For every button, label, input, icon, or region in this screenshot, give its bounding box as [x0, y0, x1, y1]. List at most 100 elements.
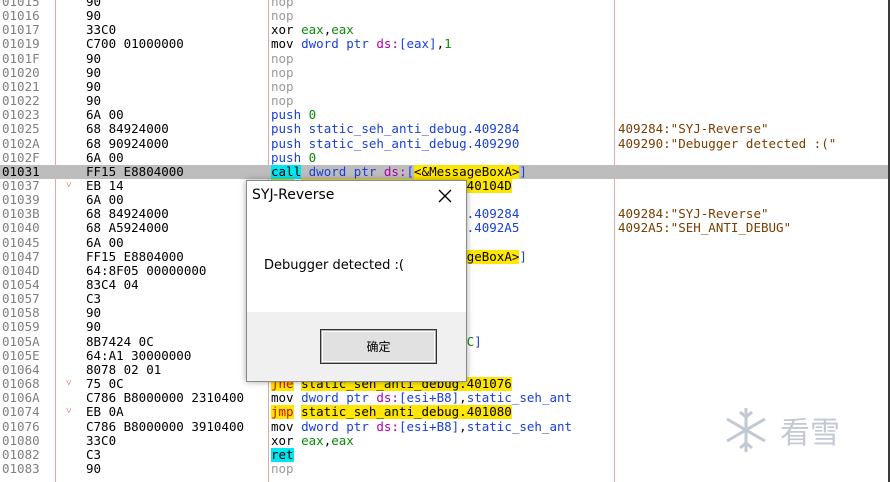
bytes-cell: C786 B8000000 2310400 — [86, 391, 245, 406]
operand: dword ptr — [308, 164, 384, 179]
watermark-text: 看雪 — [780, 416, 840, 451]
operand: dword ptr — [301, 419, 377, 434]
address-cell: 01083 — [2, 460, 40, 476]
ok-button[interactable]: 确定 — [321, 330, 436, 363]
mnemonic: nop — [271, 51, 294, 66]
jump-arrow-icon: ˅ — [66, 179, 72, 191]
operand: eax — [331, 23, 354, 38]
instruction-cell: mov dword ptr ds:[esi+B8],static_seh_ant — [271, 391, 613, 405]
disasm-row[interactable]: 01031 FF15 E8804000 call dword ptr ds:[<&M… — [0, 163, 888, 179]
mnemonic: xor — [271, 23, 294, 38]
bytes-cell: 8B7424 0C — [86, 334, 154, 349]
operand: ] — [519, 249, 527, 264]
dialog-footer: 确定 — [247, 312, 466, 381]
instruction-cell: jmp static_seh_anti_debug.401080 — [271, 405, 613, 420]
address-cell: 01059 — [2, 319, 40, 335]
instruction-cell: nop — [271, 66, 613, 80]
disasm-row[interactable]: 01025 68 84924000 push static_seh_anti_deb… — [0, 122, 888, 136]
operand: static_seh_ant — [466, 419, 573, 434]
jump-arrow-icon: ˅ — [66, 378, 72, 390]
comment-cell: 409290:"Debugger detected :(" — [618, 136, 837, 151]
operand: ds: — [376, 419, 399, 434]
comment-cell: 4092A5:"SEH_ANTI_DEBUG" — [618, 221, 792, 236]
operand: dword ptr — [301, 391, 377, 406]
disasm-row[interactable]: 01015 90 nop — [0, 0, 888, 9]
operand: 0 — [308, 108, 317, 123]
address-cell: 01054 — [2, 277, 40, 292]
disasm-row[interactable]: 0101F 90 nop — [0, 51, 888, 66]
address-cell: 0105A — [2, 333, 40, 349]
operand: static_seh_anti_debug.409290 — [308, 136, 520, 151]
operand: [esi+B8] — [398, 419, 460, 434]
bytes-cell: 90 — [86, 320, 102, 335]
operand: 0 — [308, 150, 317, 165]
address-cell: 01031 — [2, 163, 40, 179]
operand: ds: — [376, 37, 399, 52]
operand: eax — [301, 433, 324, 448]
address-cell: 01074 — [2, 404, 40, 420]
address-cell: 01023 — [2, 107, 40, 123]
close-icon[interactable] — [436, 187, 454, 205]
instruction-cell: ret — [271, 447, 613, 462]
address-cell: 01040 — [2, 220, 40, 236]
bytes-cell: 68 84924000 — [86, 122, 169, 137]
address-cell: 01039 — [2, 192, 40, 208]
instruction-cell: nop — [271, 80, 613, 94]
operand: <&MessageBoxA> — [414, 164, 520, 179]
instruction-cell: xor eax,eax — [271, 23, 613, 37]
bytes-cell: 75 0C — [86, 377, 124, 392]
disasm-row[interactable]: 01020 90 nop — [0, 65, 888, 80]
disasm-row[interactable]: 01083 90 nop — [0, 460, 888, 476]
mnemonic: nop — [271, 9, 294, 24]
disasm-row[interactable]: 01023 6A 00 push 0 — [0, 108, 888, 122]
disasm-row[interactable]: 01019 C700 01000000 mov dword ptr ds:[eax]… — [0, 37, 888, 51]
address-cell: 01082 — [2, 446, 40, 462]
instruction-cell: nop — [271, 462, 613, 476]
comment-cell: 409284:"SYJ-Reverse" — [618, 122, 769, 137]
bytes-cell: 33C0 — [86, 433, 117, 448]
bytes-cell: FF15 E8804000 — [86, 164, 184, 179]
address-cell: 0104D — [2, 262, 40, 278]
instruction-cell: nop — [271, 0, 613, 9]
mnemonic: push — [271, 136, 302, 151]
bytes-cell: 90 — [86, 94, 102, 109]
mnemonic: push — [271, 108, 302, 123]
address-cell: 01017 — [2, 22, 40, 38]
bytes-cell: 8078 02 01 — [86, 362, 162, 377]
disasm-row[interactable]: 0102A 68 90924000 push static_seh_anti_deb… — [0, 136, 888, 151]
address-cell: 0106A — [2, 390, 40, 406]
bytes-cell: C3 — [86, 292, 102, 307]
disasm-row[interactable]: 01021 90 nop — [0, 78, 888, 94]
bytes-cell: 90 — [86, 0, 102, 9]
mnemonic: ret — [271, 447, 294, 462]
address-cell: 0102F — [2, 149, 40, 165]
operand: [esi+B8] — [398, 391, 460, 406]
comment-cell: 409284:"SYJ-Reverse" — [618, 207, 769, 222]
bytes-cell: 68 A5924000 — [86, 221, 169, 236]
disasm-row[interactable]: 01016 90 nop — [0, 9, 888, 23]
address-cell: 01025 — [2, 121, 40, 137]
mnemonic: xor — [271, 433, 294, 448]
address-cell: 01021 — [2, 78, 40, 94]
bytes-cell: 33C0 — [86, 23, 117, 38]
instruction-cell: push 0 — [271, 151, 613, 165]
bytes-cell: 6A 00 — [86, 108, 124, 123]
disasm-row[interactable]: 01017 33C0 xor eax,eax — [0, 23, 888, 37]
disasm-row[interactable]: 0102F 6A 00 push 0 — [0, 149, 888, 165]
operand: ds: — [383, 164, 407, 179]
bytes-cell: 6A 00 — [86, 193, 124, 208]
operand: , — [459, 391, 467, 406]
operand: static_seh_anti_debug.409284 — [308, 122, 520, 137]
bytes-cell: C3 — [86, 447, 102, 462]
bytes-cell: 68 90924000 — [86, 136, 169, 151]
disasm-row[interactable]: 01022 90 nop — [0, 94, 888, 108]
bytes-cell: EB 14 — [86, 178, 124, 193]
snowflake-icon — [726, 408, 766, 452]
address-cell: 01019 — [2, 36, 40, 52]
instruction-cell: call dword ptr ds:[<&MessageBoxA>] — [271, 164, 613, 179]
mnemonic: nop — [271, 79, 294, 94]
address-cell: 01058 — [2, 305, 40, 321]
instruction-cell: mov dword ptr ds:[esi+B8],static_seh_ant — [271, 420, 613, 434]
jump-arrow-icon: ˅ — [66, 406, 72, 418]
operand: eax — [301, 23, 324, 38]
